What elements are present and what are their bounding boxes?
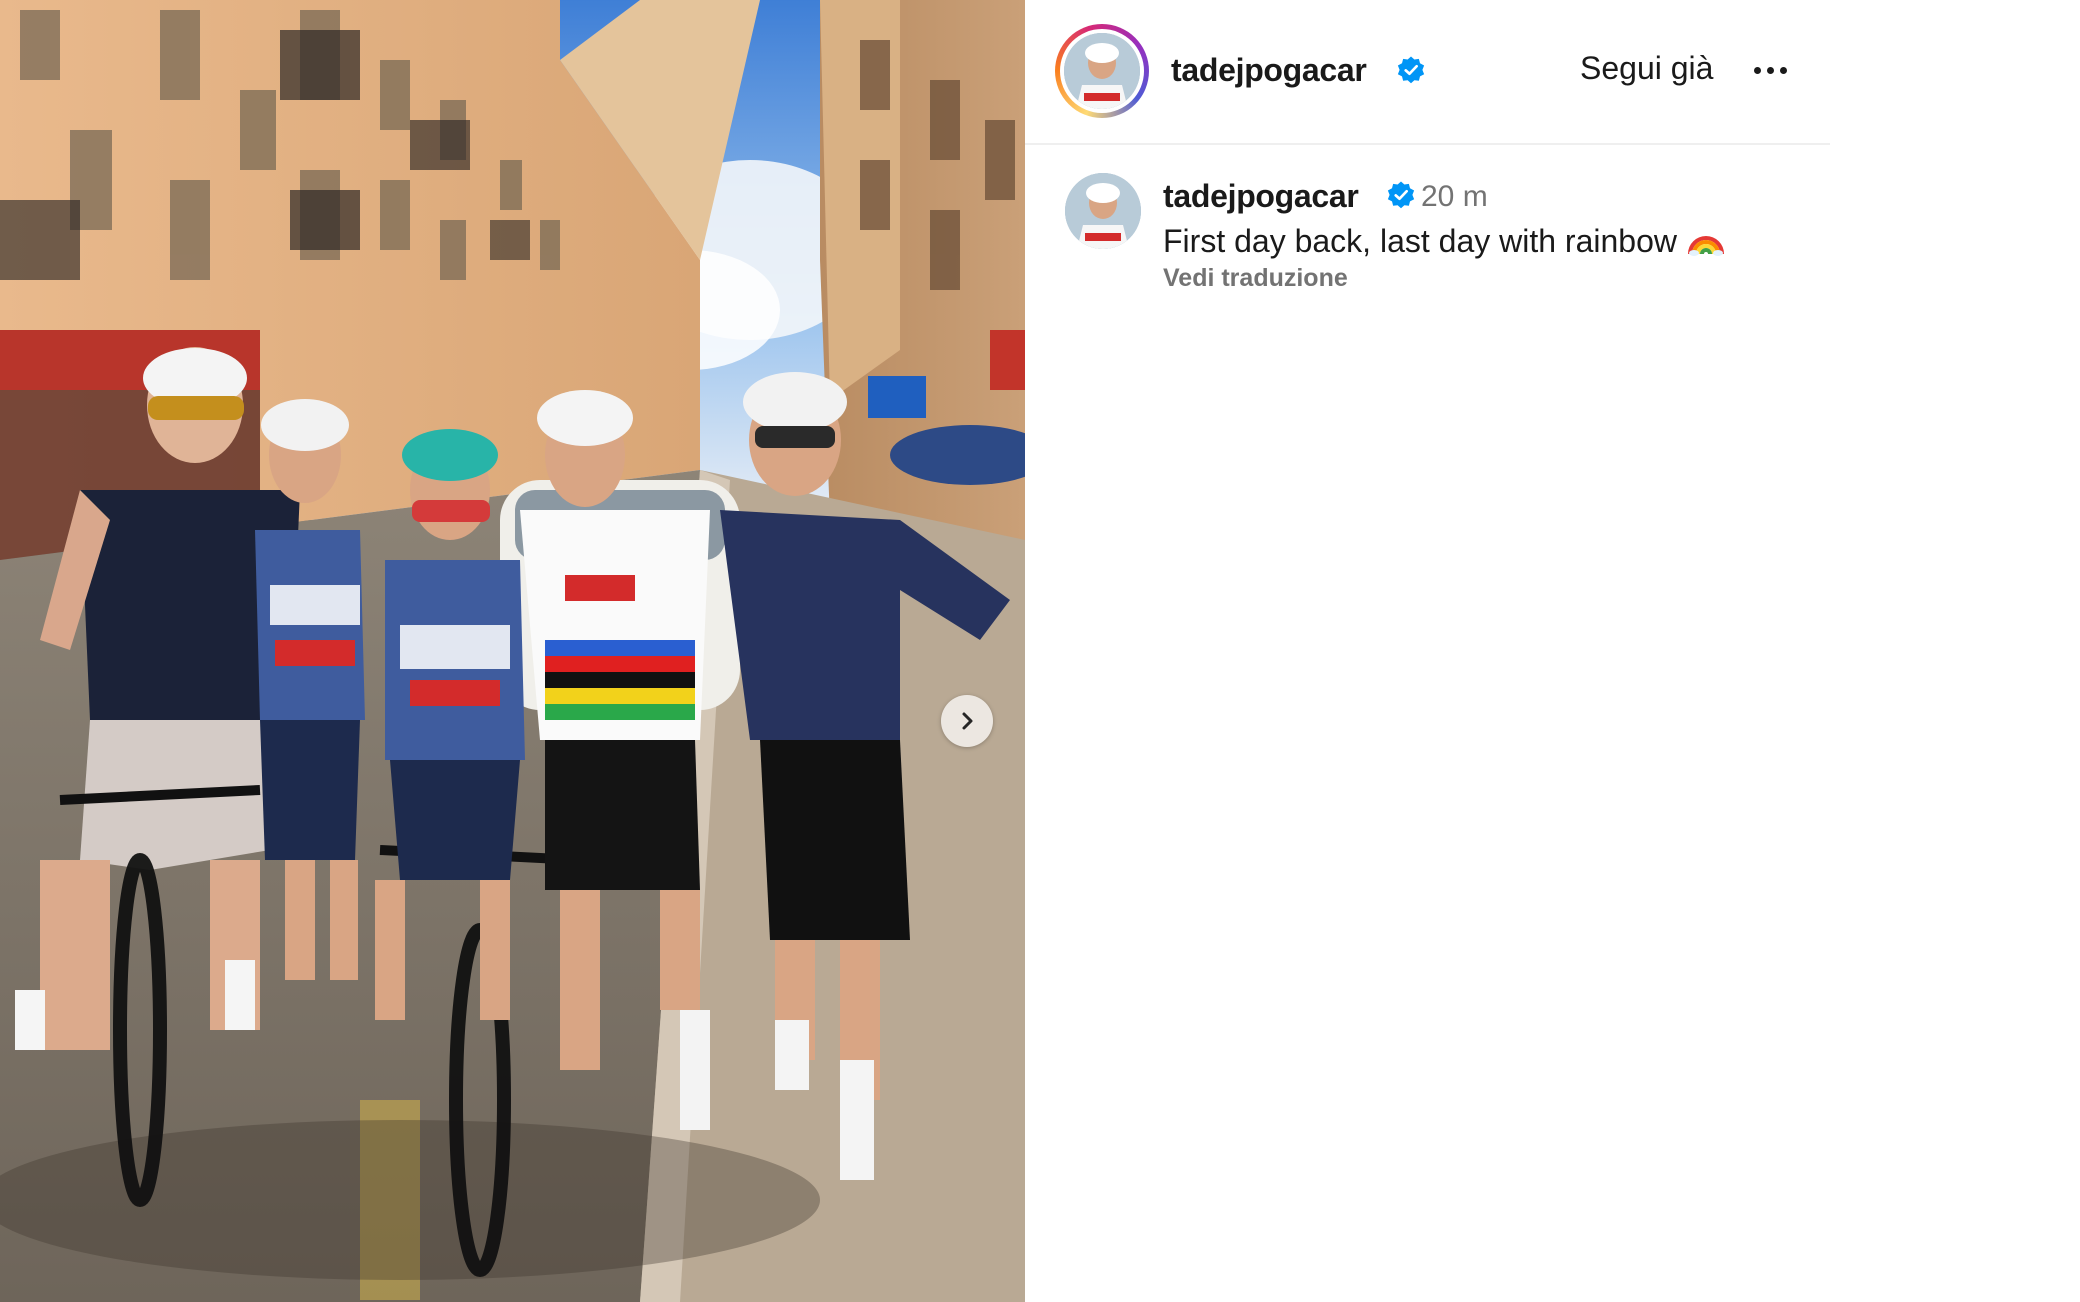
post-side-panel: tadejpogacar Segui già tadejpogacar 20 m… [1025,0,1830,1302]
caption-username[interactable]: tadejpogacar [1163,178,1359,215]
verified-badge-icon [1387,181,1415,209]
cyclists-street-photo [0,0,1025,1302]
instagram-post-view: tadejpogacar Segui già tadejpogacar 20 m… [0,0,2080,1302]
post-photo[interactable] [0,0,1025,1302]
caption-text: First day back, last day with rainbow [1163,223,1677,259]
rainbow-emoji [1687,236,1724,256]
post-header: tadejpogacar Segui già [1025,0,1830,145]
caption-text-line: First day back, last day with rainbow [1163,223,1724,260]
profile-avatar [1064,33,1140,109]
post-timestamp[interactable]: 20 m [1421,180,1488,214]
header-username[interactable]: tadejpogacar [1171,52,1367,89]
more-options-icon[interactable] [1745,52,1795,88]
carousel-next-button[interactable] [941,695,993,747]
story-ring[interactable] [1055,24,1149,118]
chevron-right-icon [962,712,973,730]
following-button[interactable]: Segui già [1580,50,1713,87]
verified-badge-icon [1397,56,1425,84]
see-translation-link[interactable]: Vedi traduzione [1163,264,1348,293]
caption-avatar[interactable] [1065,173,1141,249]
